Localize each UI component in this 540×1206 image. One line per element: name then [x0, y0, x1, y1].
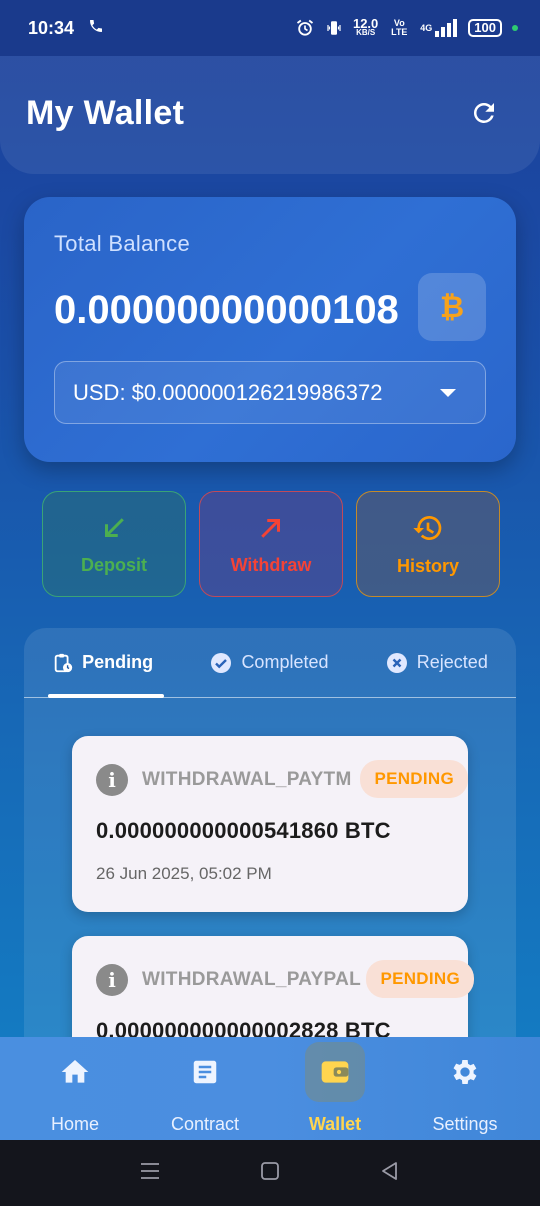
- currency-dropdown[interactable]: USD: $0.000000126219986372: [54, 361, 486, 424]
- currency-selected: USD: $0.000000126219986372: [73, 379, 383, 405]
- app-header: My Wallet: [0, 56, 540, 174]
- transaction-tabs: Pending Completed Rejected: [24, 628, 516, 698]
- balance-card: Total Balance 0.00000000000108 ₿ USD: $0…: [24, 197, 516, 462]
- signal-icon: 4G: [420, 19, 458, 37]
- back-button[interactable]: [379, 1160, 401, 1187]
- info-icon: i: [96, 964, 128, 996]
- nav-contract[interactable]: Contract: [145, 1042, 265, 1135]
- system-nav-bar: [0, 1140, 540, 1206]
- chevron-down-icon: [440, 388, 456, 397]
- transaction-date: 26 Jun 2025, 05:02 PM: [96, 864, 272, 883]
- cancel-circle-icon: [386, 652, 407, 673]
- bitcoin-badge: ₿: [418, 273, 486, 341]
- menu-icon: [141, 1162, 159, 1179]
- transaction-card[interactable]: i WITHDRAWAL_PAYTM PENDING 0.00000000000…: [72, 736, 468, 912]
- tab-pending-label: Pending: [82, 652, 154, 672]
- bitcoin-icon: ₿: [440, 290, 464, 324]
- svg-text:₿: ₿: [440, 290, 464, 324]
- alarm-icon: [295, 18, 315, 38]
- nav-wallet-label: Wallet: [308, 1114, 362, 1134]
- tab-rejected[interactable]: Rejected: [375, 628, 498, 698]
- back-triangle-icon: [382, 1161, 397, 1180]
- status-time: 10:34: [28, 17, 75, 38]
- page-title: My Wallet: [26, 93, 185, 132]
- tab-completed[interactable]: Completed: [199, 628, 338, 698]
- home-button[interactable]: [259, 1160, 281, 1187]
- tab-rejected-label: Rejected: [416, 652, 488, 672]
- status-bar: 10:34 12.0 KB/S Vo LTE 4G 100: [0, 0, 540, 56]
- privacy-dot: [512, 25, 518, 31]
- arrow-up-right-icon: [261, 518, 280, 538]
- refresh-icon: [473, 102, 494, 123]
- bottom-nav: Home Contract Wallet Settings: [0, 1037, 540, 1140]
- history-button[interactable]: History: [356, 491, 500, 597]
- wallet-icon: [321, 1061, 349, 1083]
- balance-value: 0.00000000000108: [54, 287, 399, 332]
- status-badge: PENDING: [366, 960, 474, 998]
- deposit-label: Deposit: [80, 554, 147, 575]
- deposit-button[interactable]: Deposit: [42, 491, 186, 597]
- transaction-amount: 0.000000000000541860 BTC: [96, 818, 391, 843]
- home-icon: [61, 1060, 89, 1083]
- nav-wallet[interactable]: Wallet: [275, 1042, 395, 1135]
- transactions-panel: Pending Completed Rejected i WITHDRAWAL_…: [24, 628, 516, 1048]
- action-buttons: Deposit Withdraw History: [42, 491, 500, 597]
- arrow-down-left-icon: [105, 517, 124, 537]
- transaction-type: WITHDRAWAL_PAYTM: [142, 769, 352, 790]
- nav-home[interactable]: Home: [15, 1042, 135, 1135]
- recents-button[interactable]: [139, 1161, 161, 1186]
- nav-settings-label: Settings: [432, 1114, 498, 1134]
- history-label: History: [396, 555, 459, 576]
- history-icon: [413, 515, 442, 540]
- nav-home-label: Home: [50, 1114, 99, 1134]
- nav-settings[interactable]: Settings: [405, 1042, 525, 1135]
- transaction-card[interactable]: i WITHDRAWAL_PAYPAL PENDING 0.0000000000…: [72, 936, 474, 1048]
- check-circle-icon: [211, 652, 232, 673]
- transaction-type: WITHDRAWAL_PAYPAL: [142, 969, 362, 990]
- gear-icon: [453, 1060, 477, 1084]
- tab-completed-label: Completed: [241, 652, 329, 672]
- network-speed: 12.0 KB/S: [352, 16, 379, 37]
- square-icon: [261, 1161, 279, 1180]
- document-icon: [193, 1060, 217, 1084]
- battery-indicator: 100: [468, 19, 502, 37]
- volte-indicator: Vo LTE: [391, 18, 408, 37]
- info-icon: i: [96, 764, 128, 796]
- refresh-button[interactable]: [464, 93, 504, 133]
- tab-indicator: [48, 694, 164, 698]
- nav-contract-label: Contract: [170, 1114, 240, 1134]
- withdraw-button[interactable]: Withdraw: [199, 491, 343, 597]
- withdraw-label: Withdraw: [230, 554, 312, 575]
- vibrate-icon: [325, 18, 343, 38]
- status-badge: PENDING: [360, 760, 468, 798]
- balance-label: Total Balance: [54, 231, 190, 256]
- tab-pending[interactable]: Pending: [42, 628, 163, 698]
- clipboard-clock-icon: [54, 653, 73, 672]
- phone-icon: [88, 18, 104, 39]
